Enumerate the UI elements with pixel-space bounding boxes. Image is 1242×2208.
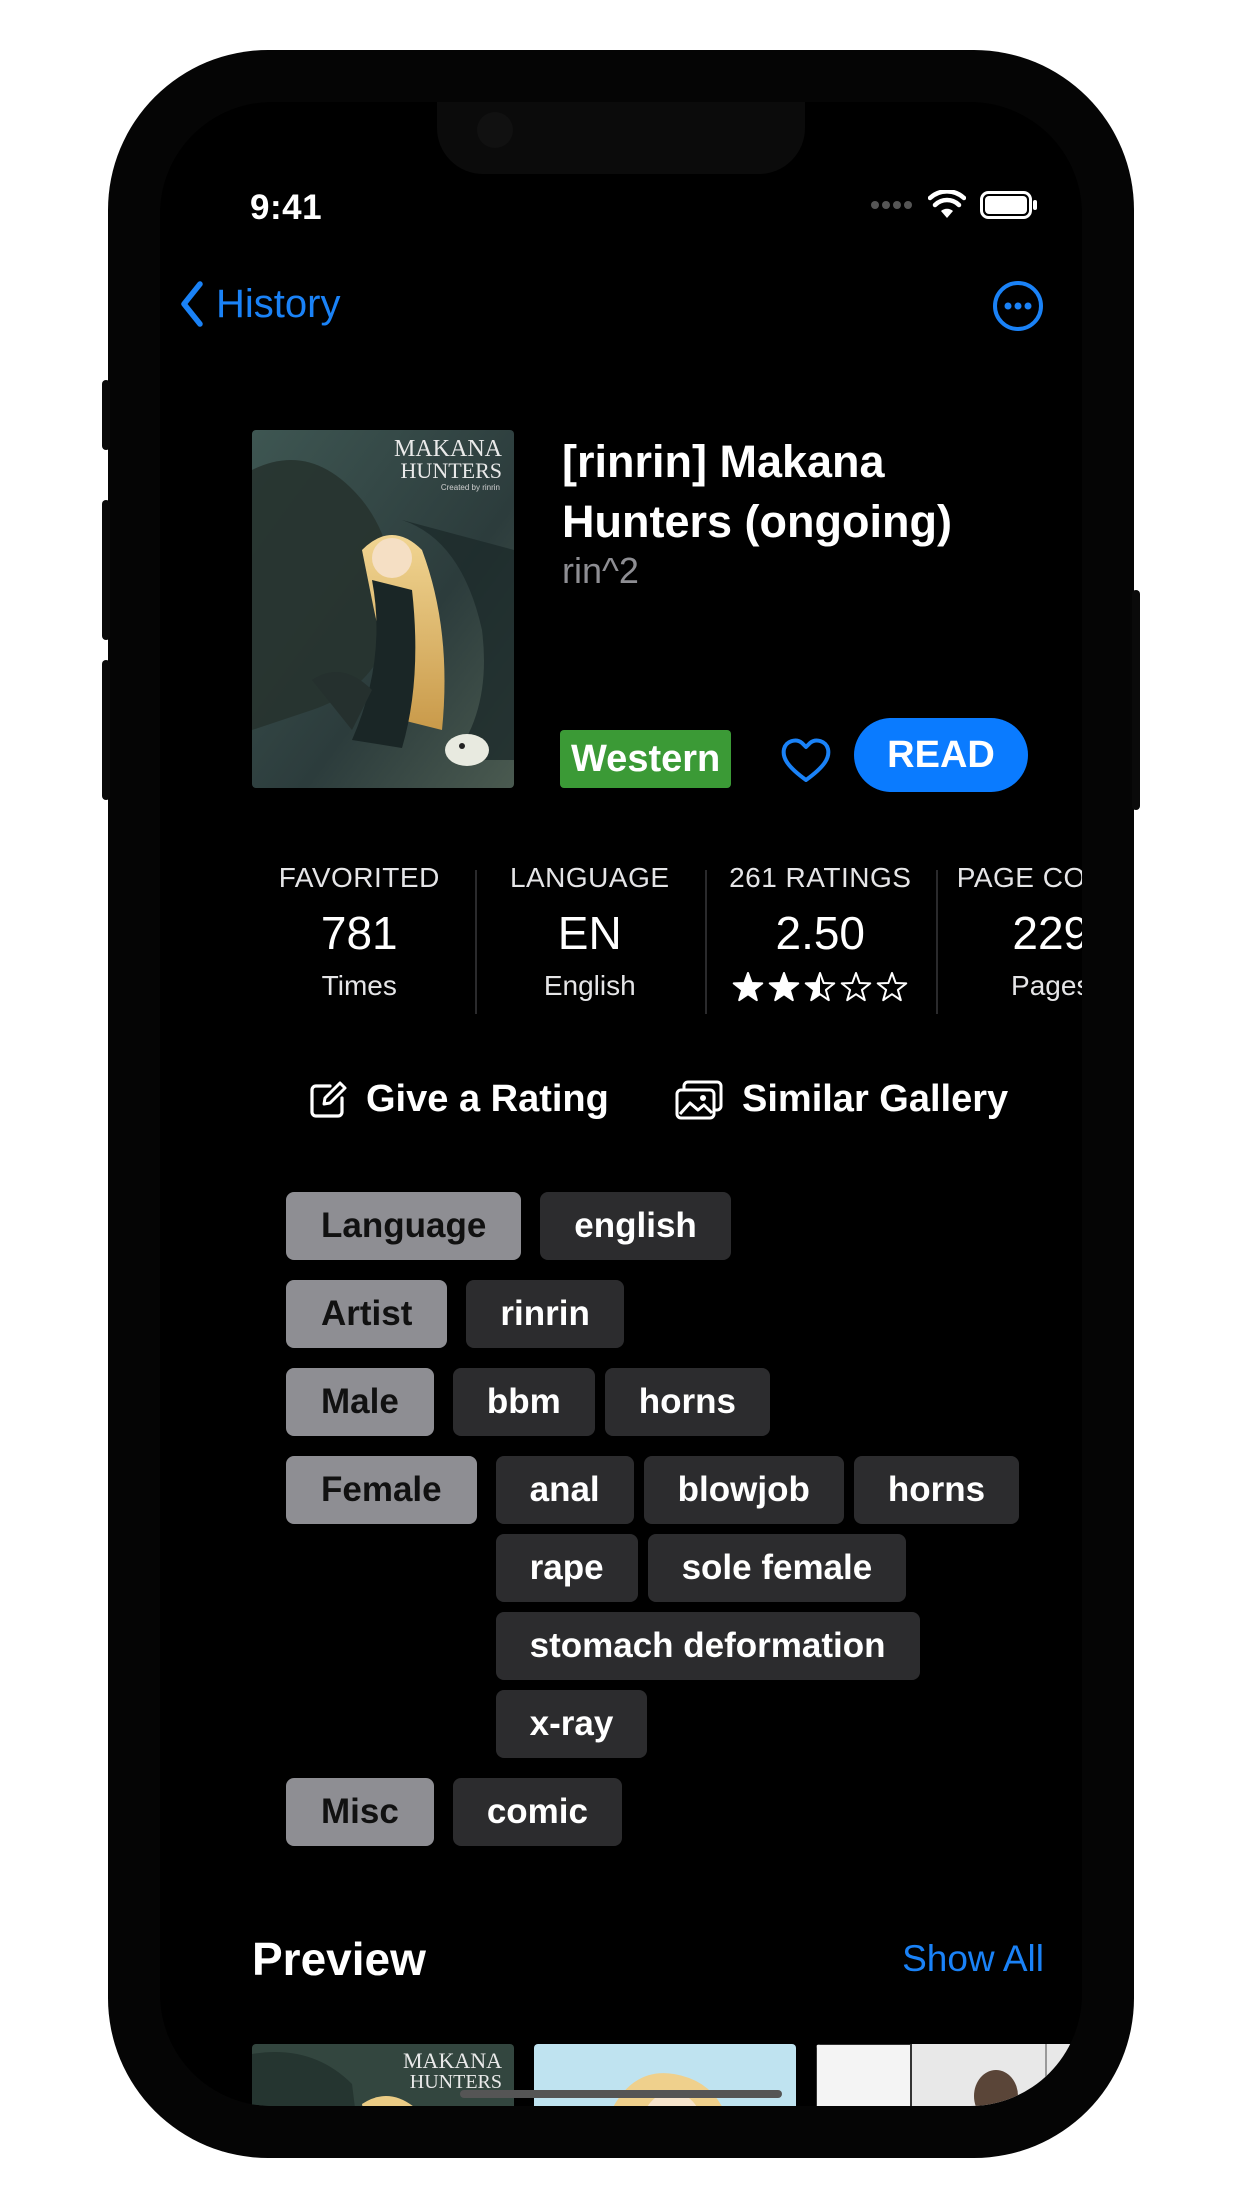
stat-value: 781 — [320, 907, 398, 959]
back-button[interactable]: History — [178, 280, 340, 328]
signal-icon — [871, 201, 912, 209]
give-rating-label: Give a Rating — [366, 1078, 609, 1120]
tag-namespace: Misc — [286, 1778, 434, 1846]
volume-up-button — [102, 500, 110, 640]
stat-sub: Times — [321, 970, 397, 1001]
tag-values: rinrin — [466, 1280, 624, 1348]
gallery-title: [rinrin] Makana Hunters (ongoing) — [562, 436, 952, 547]
star-fill — [769, 973, 799, 1001]
tag-chip[interactable]: horns — [853, 1456, 1020, 1524]
device-frame: 9:41 History MAKANA HUNTERS Created by r… — [102, 50, 1140, 2158]
tag-chip[interactable]: stomach deformation — [495, 1612, 920, 1680]
back-label: History — [216, 281, 341, 326]
stat-ratings: 261 RATINGS 2.50 — [705, 862, 936, 1014]
stat-value: 2.50 — [775, 907, 866, 959]
stat-label: 261 RATINGS — [729, 862, 912, 893]
tag-chip[interactable]: english — [540, 1192, 731, 1260]
star-outline — [876, 972, 908, 1002]
tag-values: bbm horns — [452, 1368, 770, 1436]
tag-namespace: Artist — [286, 1280, 448, 1348]
stats-row: FAVORITED 781 Times LANGUAGE EN English … — [244, 862, 1082, 1014]
status-time: 9:41 — [250, 188, 323, 227]
tag-chip[interactable]: rinrin — [466, 1280, 624, 1348]
battery-icon — [980, 191, 1037, 219]
gallery-author[interactable]: rin^2 — [562, 550, 639, 592]
preview-thumbnail[interactable] — [816, 2044, 1078, 2106]
heart-icon[interactable] — [778, 732, 834, 788]
star-fill — [733, 973, 763, 1001]
tag-namespace: Language — [286, 1192, 522, 1260]
cover-image[interactable]: MAKANA HUNTERS Created by rinrin — [252, 430, 514, 788]
tag-values: english — [540, 1192, 731, 1260]
tag-namespace: Male — [286, 1368, 434, 1436]
tag-chip[interactable]: bbm — [452, 1368, 595, 1436]
thumb-logo-line1: MAKANA — [403, 2048, 502, 2073]
mute-switch — [102, 380, 110, 450]
power-button — [1132, 590, 1140, 810]
stat-value: EN — [557, 907, 622, 959]
tag-chip[interactable]: horns — [604, 1368, 770, 1436]
notch — [437, 102, 805, 174]
tag-row: Language english — [286, 1192, 1046, 1260]
tag-chip[interactable]: rape — [495, 1534, 638, 1602]
stat-label: LANGUAGE — [509, 862, 670, 893]
tag-chip[interactable]: x-ray — [495, 1690, 648, 1758]
similar-gallery-label: Similar Gallery — [742, 1078, 1009, 1120]
edit-icon — [310, 1081, 347, 1118]
screen: 9:41 History MAKANA HUNTERS Created by r… — [160, 102, 1082, 2106]
tag-chip[interactable]: anal — [495, 1456, 634, 1524]
home-indicator — [460, 2090, 782, 2098]
stat-page-count: PAGE COUNT 229 Pages — [935, 862, 1082, 1014]
read-button[interactable]: READ — [854, 718, 1028, 792]
stat-label: PAGE COUNT — [956, 862, 1082, 893]
preview-title: Preview — [252, 1933, 426, 1985]
tag-row: Misc comic — [286, 1778, 1046, 1846]
cover-logo-line3: Created by rinrin — [441, 483, 500, 492]
stat-language: LANGUAGE EN English — [474, 862, 706, 1014]
rating-stars — [732, 972, 908, 1002]
tag-list: Language english Artist rinrin Male bbm horns F… — [286, 1192, 1046, 1866]
give-rating-button[interactable]: Give a Rating — [308, 1078, 609, 1121]
stat-sub: Pages — [1011, 970, 1082, 1001]
wifi-icon — [928, 190, 966, 218]
cover-logo-line2: HUNTERS — [401, 458, 502, 483]
photos-icon — [675, 1080, 723, 1119]
tag-values: comic — [452, 1778, 622, 1846]
category-badge: Western — [560, 730, 732, 788]
star-outline — [840, 972, 872, 1002]
show-all-link[interactable]: Show All — [902, 1938, 1044, 1980]
tag-chip[interactable]: comic — [452, 1778, 622, 1846]
tag-chip[interactable]: sole female — [647, 1534, 907, 1602]
chevron-left-icon — [181, 281, 203, 327]
tag-row: Female anal blowjob horns rape sole female sto… — [286, 1456, 1046, 1758]
stat-sub: English — [543, 970, 636, 1001]
similar-gallery-button[interactable]: Similar Gallery — [674, 1078, 1008, 1121]
stat-label: FAVORITED — [278, 862, 440, 893]
tag-row: Male bbm horns — [286, 1368, 1046, 1436]
tag-values: anal blowjob horns rape sole female stomach d… — [495, 1456, 1036, 1758]
status-icons — [870, 190, 1038, 220]
stat-favorited: FAVORITED 781 Times — [244, 862, 475, 1011]
volume-down-button — [102, 660, 110, 800]
more-options-icon[interactable] — [992, 280, 1044, 332]
tag-chip[interactable]: blowjob — [643, 1456, 844, 1524]
tag-namespace: Female — [286, 1456, 477, 1524]
tag-row: Artist rinrin — [286, 1280, 1046, 1348]
stat-value: 229 — [1012, 907, 1082, 959]
